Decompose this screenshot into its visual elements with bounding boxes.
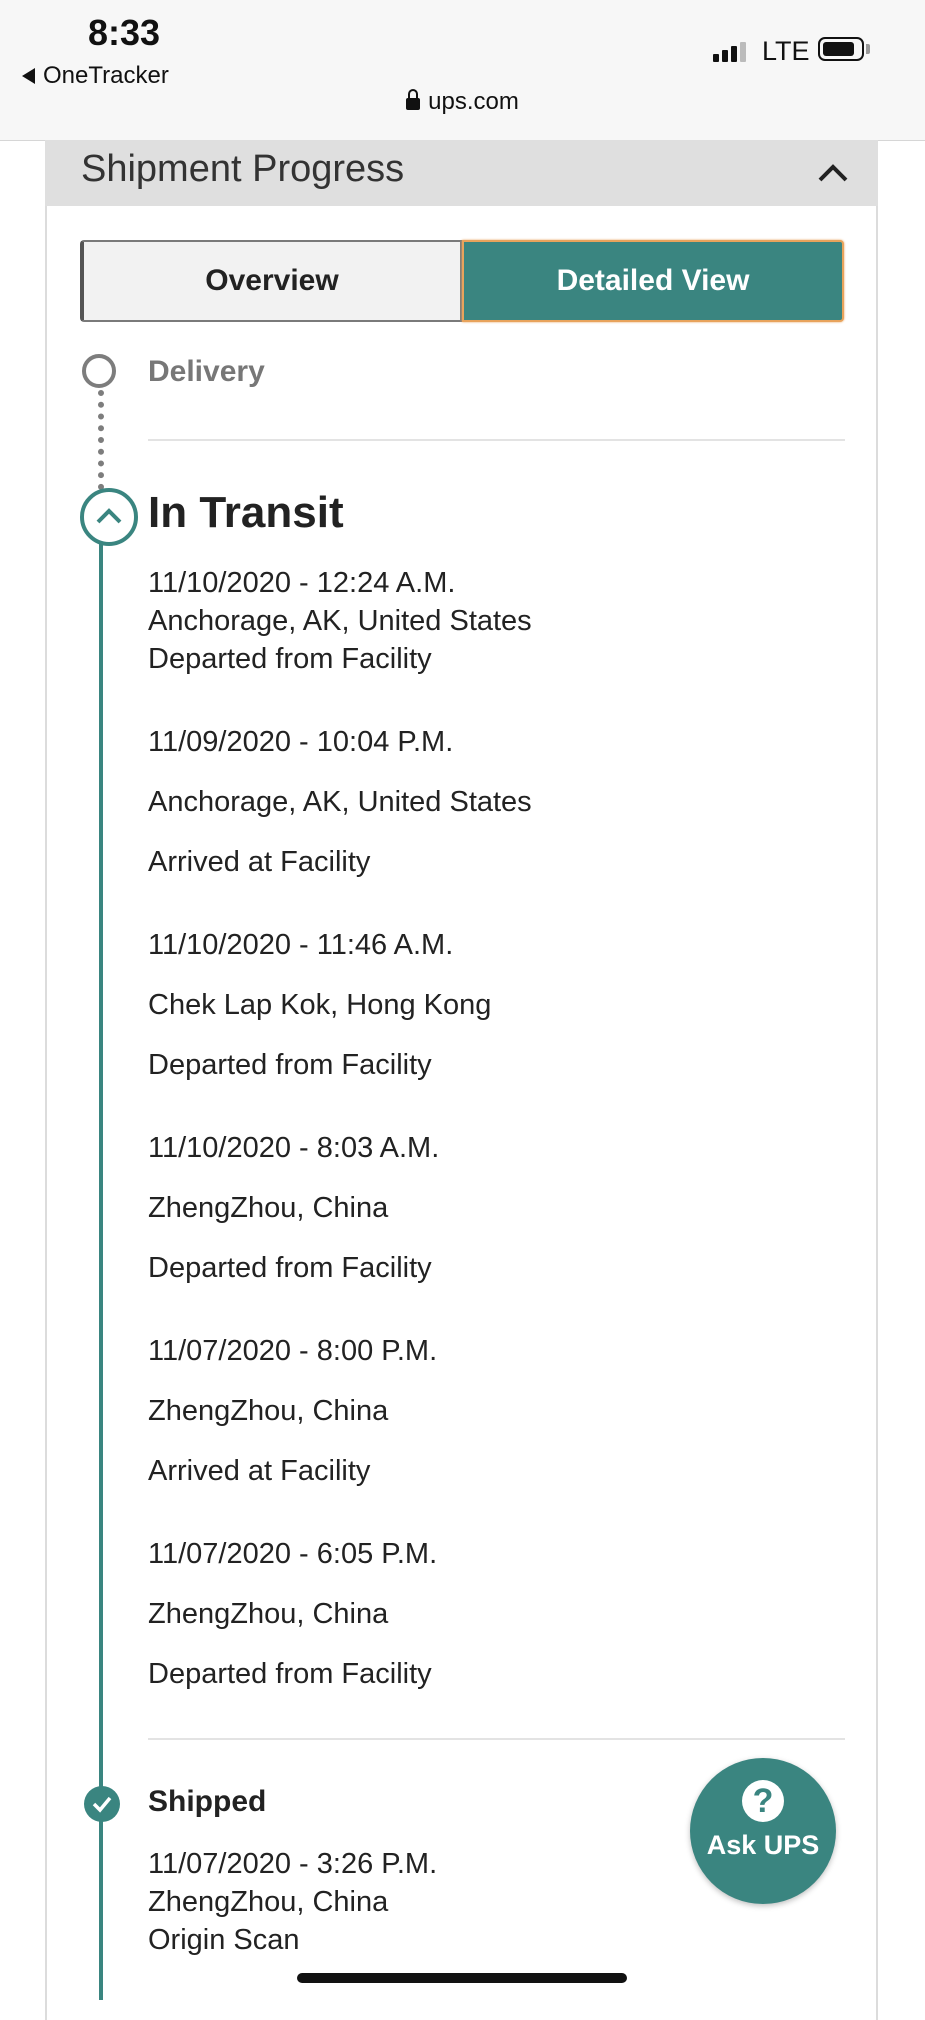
ask-ups-button[interactable]: ? Ask UPS [690,1758,836,1904]
divider [148,439,845,441]
event-location: ZhengZhou, China [148,1395,389,1427]
delivery-step-icon [82,354,116,388]
card-title: Shipment Progress [81,148,405,190]
signal-icon [713,40,746,62]
network-label: LTE [762,36,810,66]
lock-icon [406,89,421,110]
back-app-label: OneTracker [43,62,169,89]
in-transit-label: In Transit [148,488,344,537]
event-datetime: 11/07/2020 - 3:26 P.M. [148,1848,438,1880]
check-icon [92,1796,112,1813]
back-arrow-icon [22,68,35,84]
event-status: Departed from Facility [148,1252,432,1284]
address-bar[interactable]: ups.com [0,88,925,116]
delivery-label: Delivery [148,355,265,388]
event-location: Anchorage, AK, United States [148,605,532,637]
event-location: Anchorage, AK, United States [148,786,532,818]
collapse-button[interactable] [816,158,850,188]
event-datetime: 11/07/2020 - 8:00 P.M. [148,1335,438,1367]
view-toggle: Overview Detailed View [80,240,844,322]
chevron-up-icon [818,164,848,182]
battery-icon [818,37,864,61]
timeline-line [99,530,103,2000]
tab-detailed-view[interactable]: Detailed View [462,240,844,322]
event-datetime: 11/10/2020 - 8:03 A.M. [148,1132,440,1164]
status-time: 8:33 [88,12,161,53]
back-to-app-link[interactable]: OneTracker [22,62,169,90]
battery-cap [866,44,870,54]
event-status: Departed from Facility [148,643,432,675]
ask-ups-label: Ask UPS [706,1830,820,1860]
tab-overview[interactable]: Overview [80,240,462,322]
timeline-dotted-line [98,390,104,490]
card-header[interactable]: Shipment Progress [45,140,878,206]
event-location: ZhengZhou, China [148,1886,389,1918]
event-datetime: 11/10/2020 - 11:46 A.M. [148,929,454,961]
event-datetime: 11/09/2020 - 10:04 P.M. [148,726,454,758]
event-status: Arrived at Facility [148,1455,371,1487]
home-indicator[interactable] [297,1973,627,1983]
event-location: ZhengZhou, China [148,1598,389,1630]
chevron-up-icon [96,508,122,524]
event-location: Chek Lap Kok, Hong Kong [148,989,492,1021]
event-status: Departed from Facility [148,1658,432,1690]
url-text: ups.com [428,88,519,115]
event-status: Arrived at Facility [148,846,371,878]
event-status: Origin Scan [148,1924,300,1956]
shipped-label: Shipped [148,1785,267,1818]
event-datetime: 11/10/2020 - 12:24 A.M. [148,567,456,599]
event-status: Departed from Facility [148,1049,432,1081]
event-location: ZhengZhou, China [148,1192,389,1224]
shipped-step-icon [84,1786,120,1822]
event-datetime: 11/07/2020 - 6:05 P.M. [148,1538,438,1570]
in-transit-toggle[interactable] [80,488,138,546]
status-bar: 8:33 OneTracker LTE ups.com [0,0,925,141]
divider [148,1738,845,1740]
question-icon: ? [742,1780,784,1822]
